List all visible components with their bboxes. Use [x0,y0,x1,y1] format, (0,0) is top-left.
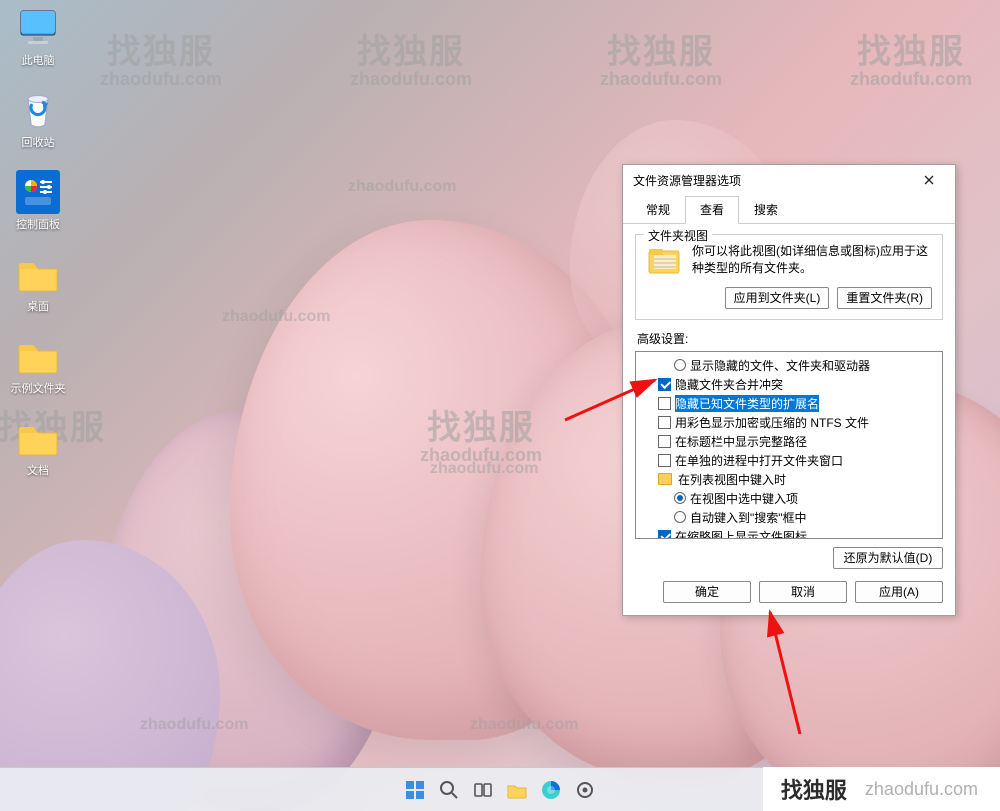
desktop-icon-recycle-bin[interactable]: 回收站 [6,88,70,150]
reset-folders-button[interactable]: 重置文件夹(R) [837,287,932,309]
checkbox[interactable] [658,435,671,448]
restore-defaults-button[interactable]: 还原为默认值(D) [833,547,943,569]
folder-icon [506,780,528,800]
folder-options-dialog: 文件资源管理器选项 常规 查看 搜索 文件夹视图 你可以将此视图(如详细信息或图… [622,164,956,616]
desktop-icon-folder-3[interactable]: 文档 [6,416,70,478]
folder-node-icon [658,473,672,485]
tree-item[interactable]: 在缩略图上显示文件图标 [638,527,940,539]
checkbox[interactable] [658,530,671,539]
tree-item-label: 自动键入到"搜索"框中 [690,509,807,526]
tab-view[interactable]: 查看 [685,196,739,224]
folder-icon [16,416,60,460]
dialog-titlebar[interactable]: 文件资源管理器选项 [623,165,955,195]
tree-item-label: 显示隐藏的文件、文件夹和驱动器 [690,357,870,374]
apply-button[interactable]: 应用(A) [855,581,943,603]
dialog-title: 文件资源管理器选项 [633,172,911,189]
folder-icon [16,252,60,296]
gear-icon [575,780,595,800]
tree-item-label: 用彩色显示加密或压缩的 NTFS 文件 [675,414,869,431]
desktop: 找独服zhaodufu.com 找独服zhaodufu.com 找独服zhaod… [0,0,1000,811]
brand-name: 找独服 [781,773,847,805]
group-legend: 文件夹视图 [644,227,712,244]
tree-item-label: 在标题栏中显示完整路径 [675,433,807,450]
taskbar-search[interactable] [435,776,463,804]
tree-item[interactable]: 在视图中选中键入项 [638,489,940,508]
folder-large-icon [646,243,682,279]
tree-item-label: 隐藏已知文件类型的扩展名 [675,395,819,412]
apply-to-folders-button[interactable]: 应用到文件夹(L) [725,287,830,309]
desktop-icon-folder-2[interactable]: 示例文件夹 [6,334,70,396]
ok-button[interactable]: 确定 [663,581,751,603]
desktop-icon-label: 示例文件夹 [11,380,66,396]
desktop-icon-this-pc[interactable]: 此电脑 [6,6,70,68]
folder-icon [16,334,60,378]
desktop-icon-label: 桌面 [27,298,49,314]
tree-item[interactable]: 在单独的进程中打开文件夹窗口 [638,451,940,470]
tab-search[interactable]: 搜索 [739,196,793,224]
windows-icon [405,780,425,800]
checkbox[interactable] [658,378,671,391]
checkbox[interactable] [658,397,671,410]
advanced-settings-label: 高级设置: [637,330,943,347]
checkbox[interactable] [658,416,671,429]
tree-item[interactable]: 隐藏已知文件类型的扩展名 [638,394,940,413]
brand-url: zhaodufu.com [865,779,978,800]
taskbar-taskview[interactable] [469,776,497,804]
dialog-tabs: 常规 查看 搜索 [623,195,955,224]
start-button[interactable] [401,776,429,804]
taskbar-edge[interactable] [537,776,565,804]
radio[interactable] [674,359,686,371]
desktop-icon-label: 控制面板 [16,216,60,232]
tree-item-label: 隐藏文件夹合并冲突 [675,376,783,393]
tree-item-label: 在视图中选中键入项 [690,490,798,507]
desktop-icon-folder-1[interactable]: 桌面 [6,252,70,314]
tree-item-label: 在单独的进程中打开文件夹窗口 [675,452,843,469]
advanced-settings-tree[interactable]: 显示隐藏的文件、文件夹和驱动器隐藏文件夹合并冲突隐藏已知文件类型的扩展名用彩色显… [635,351,943,539]
tree-item[interactable]: 用彩色显示加密或压缩的 NTFS 文件 [638,413,940,432]
folder-view-group: 文件夹视图 你可以将此视图(如详细信息或图标)应用于这种类型的所有文件夹。 应用… [635,234,943,320]
tree-item-label: 在缩略图上显示文件图标 [675,528,807,539]
tree-item[interactable]: 自动键入到"搜索"框中 [638,508,940,527]
cancel-button[interactable]: 取消 [759,581,847,603]
desktop-icon-control-panel[interactable]: 控制面板 [6,170,70,232]
close-button[interactable] [911,170,947,190]
taskbar-explorer[interactable] [503,776,531,804]
monitor-icon [16,6,60,50]
radio[interactable] [674,492,686,504]
tree-item[interactable]: 隐藏文件夹合并冲突 [638,375,940,394]
taskbar-settings[interactable] [571,776,599,804]
radio[interactable] [674,511,686,523]
checkbox[interactable] [658,454,671,467]
folder-view-desc: 你可以将此视图(如详细信息或图标)应用于这种类型的所有文件夹。 [692,243,932,277]
desktop-icon-label: 此电脑 [22,52,55,68]
edge-icon [541,780,561,800]
task-view-icon [473,780,493,800]
tree-item[interactable]: 显示隐藏的文件、文件夹和驱动器 [638,356,940,375]
close-icon [924,175,934,185]
recycle-bin-icon [16,88,60,132]
desktop-icon-label: 文档 [27,462,49,478]
desktop-icon-label: 回收站 [22,134,55,150]
desktop-icons: 此电脑 回收站 控制面板 桌面 示例文件夹 文档 [6,6,70,478]
search-icon [439,780,459,800]
tree-item-label: 在列表视图中键入时 [678,471,786,488]
tree-item[interactable]: 在列表视图中键入时 [638,470,940,489]
watermark-brand-block: 找独服 zhaodufu.com [763,767,1000,811]
tab-general[interactable]: 常规 [631,196,685,224]
control-panel-icon [16,170,60,214]
tree-item[interactable]: 在标题栏中显示完整路径 [638,432,940,451]
